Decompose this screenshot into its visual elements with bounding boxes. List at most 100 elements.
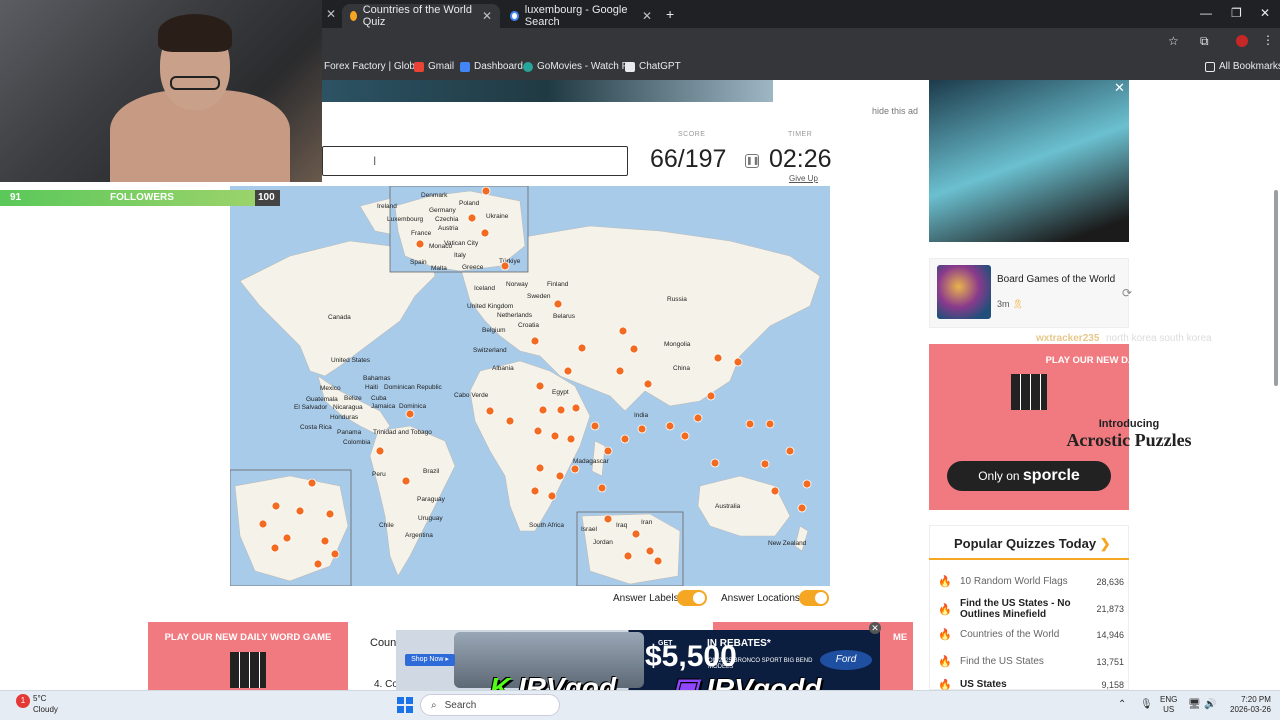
weather-temp[interactable]: 5°C bbox=[33, 694, 46, 703]
recent-quiz-title[interactable]: Board Games of the World bbox=[997, 274, 1115, 285]
location-pin[interactable] bbox=[535, 463, 545, 473]
location-pin[interactable] bbox=[577, 343, 587, 353]
shop-now-button[interactable]: Shop Now ▸ bbox=[405, 654, 455, 666]
location-pin[interactable] bbox=[603, 514, 613, 524]
refresh-icon[interactable]: ⟳ bbox=[1122, 286, 1132, 300]
answer-input[interactable]: I bbox=[322, 146, 628, 176]
clock[interactable]: 7:20 PM 2026-03-26 bbox=[1230, 695, 1271, 715]
location-pin[interactable] bbox=[563, 366, 573, 376]
answer-labels-toggle[interactable] bbox=[677, 590, 707, 606]
close-icon[interactable]: ✕ bbox=[642, 9, 652, 23]
sporcle-ad[interactable]: PLAY OUR NEW DAILY WORD GAME Introducing… bbox=[929, 344, 1212, 510]
menu-icon[interactable]: ⋮ bbox=[1262, 33, 1274, 47]
location-pin[interactable] bbox=[645, 546, 655, 556]
location-pin[interactable] bbox=[530, 486, 540, 496]
location-pin[interactable] bbox=[770, 486, 780, 496]
location-pin[interactable] bbox=[570, 464, 580, 474]
location-pin[interactable] bbox=[590, 421, 600, 431]
weather-condition[interactable]: Cloudy bbox=[33, 705, 58, 714]
location-pin[interactable] bbox=[713, 353, 723, 363]
close-icon[interactable]: ✕ bbox=[482, 9, 492, 23]
location-pin[interactable] bbox=[500, 261, 510, 271]
answer-locations-toggle[interactable] bbox=[799, 590, 829, 606]
location-pin[interactable] bbox=[620, 434, 630, 444]
tab-countries-quiz[interactable]: Countries of the World Quiz ✕ bbox=[342, 4, 500, 28]
location-pin[interactable] bbox=[615, 366, 625, 376]
banner-ad[interactable] bbox=[322, 80, 773, 102]
minimize-icon[interactable]: — bbox=[1200, 6, 1212, 20]
location-pin[interactable] bbox=[623, 551, 633, 561]
close-window-icon[interactable]: ✕ bbox=[1260, 6, 1270, 20]
popular-quiz-row[interactable]: 🔥 Countries of the World 14,946 bbox=[938, 628, 1124, 641]
all-bookmarks[interactable]: All Bookmarks bbox=[1205, 61, 1280, 72]
location-pin[interactable] bbox=[270, 543, 280, 553]
location-pin[interactable] bbox=[629, 344, 639, 354]
profile-avatar[interactable] bbox=[1236, 35, 1248, 47]
location-pin[interactable] bbox=[802, 479, 812, 489]
weather-badge[interactable]: 1 bbox=[16, 694, 30, 708]
scrollbar[interactable] bbox=[1274, 190, 1278, 386]
location-pin[interactable] bbox=[307, 478, 317, 488]
location-pin[interactable] bbox=[550, 431, 560, 441]
location-pin[interactable] bbox=[535, 381, 545, 391]
location-pin[interactable] bbox=[375, 446, 385, 456]
location-pin[interactable] bbox=[555, 471, 565, 481]
location-pin[interactable] bbox=[415, 239, 425, 249]
star-icon[interactable]: ☆ bbox=[1168, 34, 1179, 48]
bookmark-gomovies[interactable]: GoMovies - Watch F... bbox=[523, 61, 635, 72]
bottom-word-game-ad[interactable]: PLAY OUR NEW DAILY WORD GAME bbox=[148, 622, 348, 690]
location-pin[interactable] bbox=[693, 413, 703, 423]
location-pin[interactable] bbox=[680, 431, 690, 441]
location-pin[interactable] bbox=[653, 556, 663, 566]
location-pin[interactable] bbox=[618, 326, 628, 336]
location-pin[interactable] bbox=[733, 357, 743, 367]
location-pin[interactable] bbox=[313, 559, 323, 569]
location-pin[interactable] bbox=[320, 536, 330, 546]
popular-quiz-row[interactable]: 🔥 Find the US States - No Outlines Minefi… bbox=[938, 597, 1124, 621]
location-pin[interactable] bbox=[480, 228, 490, 238]
location-pin[interactable] bbox=[637, 424, 647, 434]
location-pin[interactable] bbox=[797, 503, 807, 513]
location-pin[interactable] bbox=[556, 405, 566, 415]
close-tab-icon[interactable]: ✕ bbox=[326, 7, 336, 21]
location-pin[interactable] bbox=[785, 446, 795, 456]
location-pin[interactable] bbox=[566, 434, 576, 444]
popular-quiz-row[interactable]: 🔥 US States 9,158 bbox=[938, 679, 1124, 690]
location-pin[interactable] bbox=[603, 446, 613, 456]
popular-quiz-row[interactable]: 🔥 Find the US States 13,751 bbox=[938, 655, 1124, 668]
location-pin[interactable] bbox=[505, 416, 515, 426]
video-ad[interactable] bbox=[929, 80, 1129, 242]
location-pin[interactable] bbox=[530, 336, 540, 346]
start-button[interactable] bbox=[397, 697, 413, 713]
extensions-icon[interactable]: ⧉ bbox=[1200, 34, 1209, 49]
location-pin[interactable] bbox=[571, 403, 581, 413]
location-pin[interactable] bbox=[597, 483, 607, 493]
tab-google-search[interactable]: luxembourg - Google Search ✕ bbox=[502, 4, 660, 28]
world-map[interactable]: Denmark Ireland Luxembourg Germany Polan… bbox=[230, 186, 830, 586]
give-up-link[interactable]: Give Up bbox=[789, 174, 818, 183]
location-pin[interactable] bbox=[485, 406, 495, 416]
location-pin[interactable] bbox=[467, 213, 477, 223]
location-pin[interactable] bbox=[631, 529, 641, 539]
quiz-thumbnail[interactable] bbox=[937, 265, 991, 319]
maximize-icon[interactable]: ❐ bbox=[1231, 6, 1242, 20]
location-pin[interactable] bbox=[405, 409, 415, 419]
bookmark-forex[interactable]: Forex Factory | Glob... bbox=[324, 61, 423, 72]
location-pin[interactable] bbox=[401, 476, 411, 486]
new-tab-icon[interactable]: + bbox=[666, 6, 674, 22]
popular-quizzes-title[interactable]: Popular Quizzes Today ❯ bbox=[954, 536, 1111, 552]
microphone-icon[interactable]: 🎙 bbox=[1140, 699, 1153, 710]
location-pin[interactable] bbox=[760, 459, 770, 469]
location-pin[interactable] bbox=[710, 458, 720, 468]
chevron-up-icon[interactable]: ⌃ bbox=[1118, 699, 1126, 710]
bookmark-chatgpt[interactable]: ChatGPT bbox=[625, 61, 681, 72]
location-pin[interactable] bbox=[643, 379, 653, 389]
bookmark-dashboard[interactable]: Dashboard bbox=[460, 61, 523, 72]
popular-quiz-row[interactable]: 🔥 10 Random World Flags 28,636 bbox=[938, 575, 1124, 588]
language-indicator[interactable]: ENG US bbox=[1160, 695, 1177, 715]
location-pin[interactable] bbox=[553, 299, 563, 309]
location-pin[interactable] bbox=[271, 501, 281, 511]
location-pin[interactable] bbox=[765, 419, 775, 429]
location-pin[interactable] bbox=[538, 405, 548, 415]
network-icon[interactable]: 🖥 bbox=[1188, 699, 1201, 710]
